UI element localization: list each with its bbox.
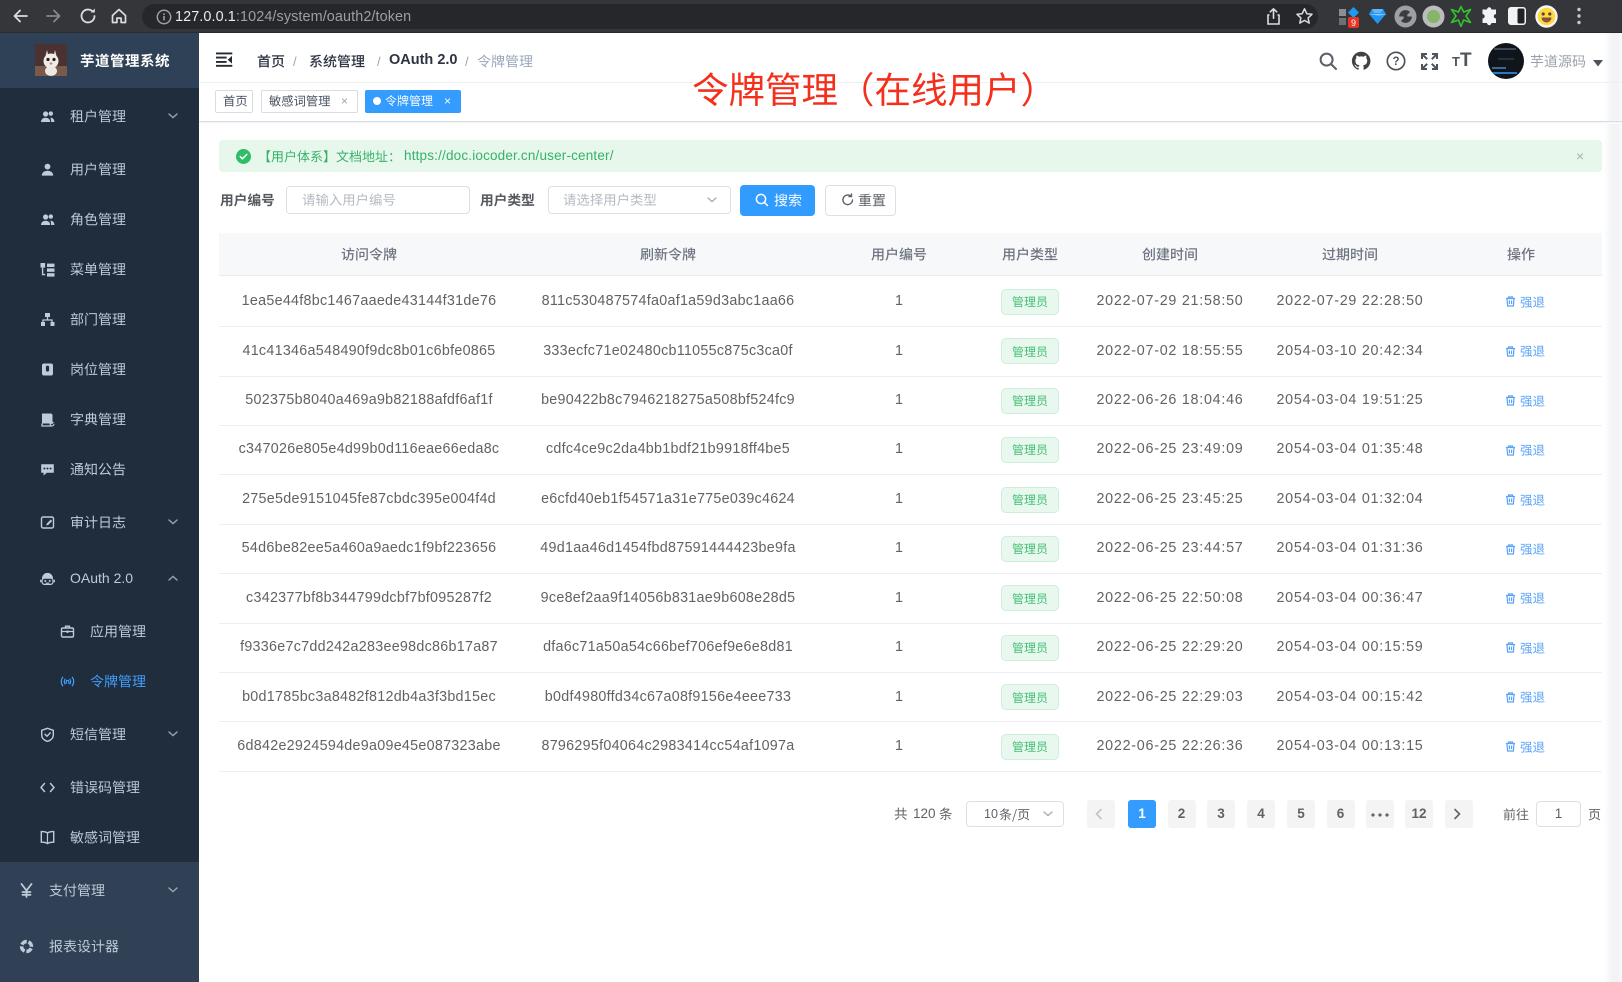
svg-text:?: ? (1392, 56, 1399, 68)
svg-text:9: 9 (1351, 18, 1356, 28)
